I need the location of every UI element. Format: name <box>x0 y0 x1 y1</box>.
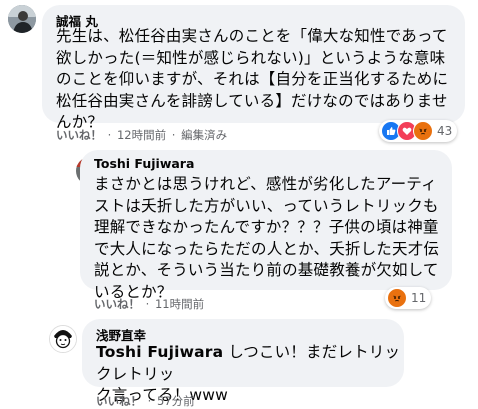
comment-line: 理解できなかったんですか？？？子供の頃は神童 <box>94 218 439 236</box>
edited-label[interactable]: 編集済み <box>181 128 227 142</box>
like-button[interactable]: いいね！ <box>94 297 140 311</box>
like-button[interactable]: いいね！ <box>96 394 142 408</box>
comment-line: Toshi Fujiwara しつこい！まだレトリックレトリッ <box>96 342 401 385</box>
separator: · <box>107 128 112 142</box>
timestamp[interactable]: 57分前 <box>157 394 195 408</box>
avatar[interactable] <box>49 325 77 353</box>
comment-line: 欲しかった(＝知性が感じられない)」というような意味 <box>56 48 446 67</box>
avatar[interactable] <box>8 5 36 33</box>
reaction-summary[interactable]: 43 <box>379 120 458 142</box>
timestamp[interactable]: 11時間前 <box>155 297 204 311</box>
comment-line: 先生は、松任谷由実さんのことを「偉大な知性であって <box>56 27 448 45</box>
comment-line: ストは夭折した方がいい、っていうレトリックも <box>94 196 439 215</box>
comment-line: で大人になったらただの人とか、夭折した天才伝 <box>94 239 440 258</box>
timestamp[interactable]: 12時間前 <box>117 128 166 142</box>
comment-line: まさかとは思うけれど、感性が劣化したアーティ <box>94 175 437 193</box>
comment-author[interactable]: Toshi Fujiwara <box>94 156 194 171</box>
separator: · <box>145 297 150 311</box>
comment-actions: いいね！ · 57分前 <box>96 393 195 409</box>
comment-text: 先生は、松任谷由実さんのことを「偉大な知性であって 欲しかった(＝知性が感じられ… <box>56 26 461 134</box>
comment-actions: いいね！ · 12時間前 · 編集済み <box>56 127 227 143</box>
reaction-summary[interactable]: 11 <box>385 287 432 309</box>
like-button[interactable]: いいね！ <box>56 128 102 142</box>
reaction-count: 11 <box>411 291 427 305</box>
mention-link[interactable]: Toshi Fujiwara <box>96 343 223 361</box>
separator: · <box>171 128 176 142</box>
comment-line: 説とか、そういう当たり前の基礎教養が欠如して <box>94 261 439 279</box>
comment-actions: いいね！ · 11時間前 <box>94 296 204 312</box>
separator: · <box>147 394 152 408</box>
comment-text: まさかとは思うけれど、感性が劣化したアーティ ストは夭折した方がいい、っていうレ… <box>94 174 449 303</box>
angry-icon <box>413 121 433 141</box>
reaction-count: 43 <box>437 124 453 138</box>
comment-line: 松任谷由実さんを誹謗している】だけなのではありませ <box>56 91 448 110</box>
profile-photo-icon <box>50 326 76 352</box>
angry-icon <box>387 288 407 308</box>
profile-photo-icon <box>8 5 36 33</box>
comment-line: のことを仰いますが、それは【自分を正当化するために <box>56 70 449 88</box>
